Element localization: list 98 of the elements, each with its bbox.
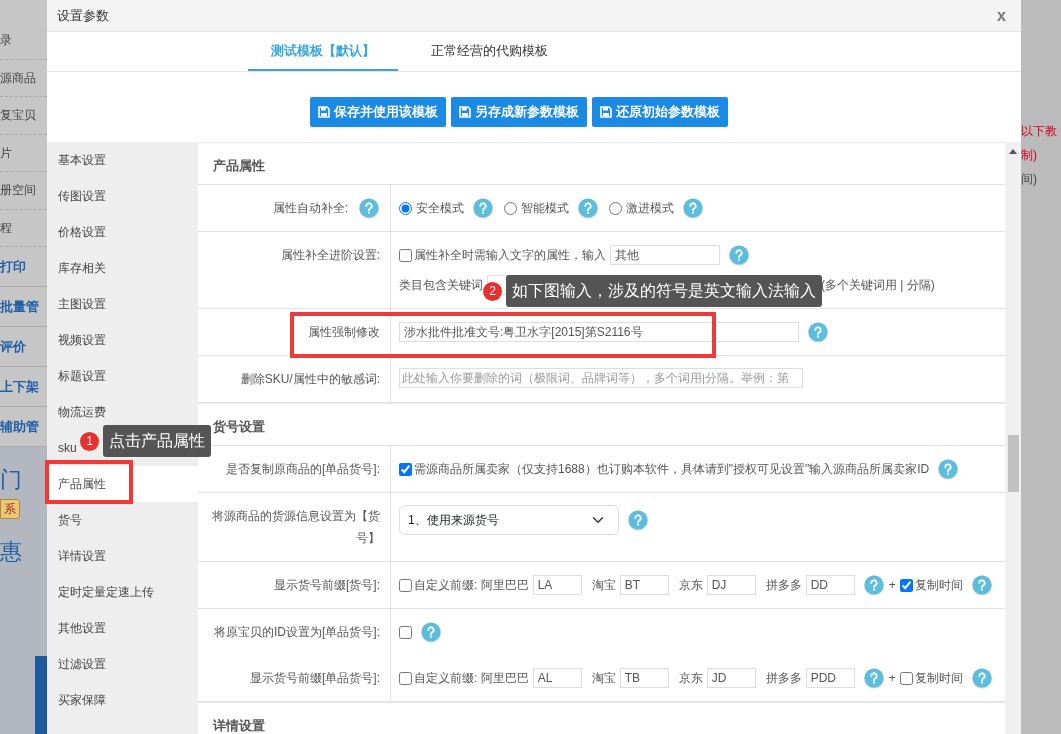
- radio-button[interactable]: [504, 201, 517, 215]
- help-icon[interactable]: [862, 667, 885, 689]
- tooltip: 如下图输入，涉及的符号是英文输入法输入: [506, 275, 822, 307]
- help-icon[interactable]: [577, 197, 599, 219]
- save-icon: [600, 106, 612, 118]
- field-label: 删除SKU/属性中的敏感词:: [240, 371, 380, 388]
- page-text: 制): [1021, 147, 1038, 164]
- section-heading: 详情设置: [198, 702, 1005, 734]
- menu-item[interactable]: 产品属性: [47, 466, 198, 502]
- checkbox-label: 属性补全时需输入文字的属性，输入: [414, 247, 606, 264]
- heading-text: 门: [0, 466, 23, 494]
- close-button[interactable]: x: [992, 7, 1011, 24]
- field-label: 属性自动补全:: [272, 200, 348, 217]
- field-text: +: [888, 670, 896, 687]
- option-label: 激进模式: [626, 200, 674, 217]
- input-field[interactable]: BT: [619, 575, 669, 595]
- field-text: (多个关键词用 | 分隔): [821, 277, 935, 294]
- checkbox[interactable]: [399, 625, 412, 639]
- help-icon[interactable]: [970, 667, 993, 689]
- checkbox-label: 复制时间: [914, 577, 963, 594]
- tab[interactable]: 正常经营的代购模板: [398, 32, 580, 71]
- input-field[interactable]: JD: [706, 668, 756, 688]
- page-text: 以下教: [1021, 123, 1058, 140]
- checkbox[interactable]: [899, 578, 913, 592]
- field-text: +: [888, 577, 896, 594]
- dialog-title: 设置参数: [57, 6, 109, 25]
- menu-item[interactable]: 货号: [47, 502, 198, 538]
- help-icon[interactable]: [807, 321, 829, 343]
- field-label: 将源商品的货源信息设置为【货号】: [211, 508, 380, 547]
- select-field[interactable]: 1、使用来源货号: [399, 505, 619, 535]
- input-field[interactable]: 其他: [610, 245, 720, 265]
- menu-item[interactable]: 买家保障: [47, 682, 198, 718]
- checkbox[interactable]: [399, 671, 412, 685]
- help-icon[interactable]: [358, 197, 380, 219]
- checkbox-label: 复制时间: [914, 670, 963, 687]
- menu-item[interactable]: 定时定量定速上传: [47, 574, 198, 610]
- scroll-up-icon[interactable]: [1009, 149, 1017, 154]
- checkbox-label: 自定义前缀: 阿里巴巴: [414, 670, 529, 687]
- menu-item[interactable]: 过滤设置: [47, 646, 198, 682]
- menu-item[interactable]: 基本设置: [47, 142, 198, 178]
- save-icon: [459, 106, 471, 118]
- menu-item[interactable]: 其他设置: [47, 610, 198, 646]
- field-text: 淘宝: [591, 670, 616, 687]
- field-label: 显示货号前缀[单品货号]:: [250, 670, 380, 687]
- input-field[interactable]: DJ: [706, 575, 756, 595]
- heading-text: 惠: [0, 538, 23, 566]
- template-button[interactable]: 另存成新参数模板: [451, 97, 587, 127]
- scroll-thumb[interactable]: [1008, 435, 1019, 492]
- option-label: 智能模式: [521, 200, 569, 217]
- field-text: 类目包含关键词: [399, 277, 483, 294]
- field-text: 京东: [678, 670, 703, 687]
- field-text: 拼多多: [765, 670, 802, 687]
- tag: 系: [0, 499, 20, 519]
- option-label: 安全模式: [416, 200, 464, 217]
- menu-item[interactable]: 主图设置: [47, 286, 198, 322]
- field-label: 将原宝贝的ID设置为[单品货号]:: [214, 624, 380, 641]
- field-label: 属性补全进阶设置:: [280, 247, 380, 264]
- save-icon: [318, 106, 330, 118]
- input-field[interactable]: LA: [532, 575, 582, 595]
- help-icon[interactable]: [472, 197, 494, 219]
- field-label: 是否复制原商品的[单品货号]:: [226, 461, 380, 478]
- template-button[interactable]: 保存并使用该模板: [310, 97, 446, 127]
- checkbox-label: 自定义前缀: 阿里巴巴: [414, 577, 529, 594]
- input-field[interactable]: 涉水批件批准文号:粤卫水字[2015]第S2116号: [399, 322, 799, 342]
- help-icon[interactable]: [970, 574, 993, 596]
- field-text: 淘宝: [591, 577, 616, 594]
- radio-button[interactable]: [609, 201, 622, 215]
- help-icon[interactable]: [728, 244, 750, 266]
- menu-item[interactable]: 库存相关: [47, 250, 198, 286]
- menu-item[interactable]: 价格设置: [47, 214, 198, 250]
- field-label: 显示货号前缀[货号]:: [274, 577, 380, 594]
- radio-button[interactable]: [399, 201, 412, 215]
- checkbox[interactable]: [899, 671, 913, 685]
- input-field[interactable]: PDD: [805, 668, 855, 688]
- help-icon[interactable]: [937, 458, 960, 480]
- menu-item[interactable]: 详情设置: [47, 538, 198, 574]
- section-heading: 产品属性: [198, 142, 1005, 185]
- input-field[interactable]: 此处输入你要删除的词（极限词、品牌词等），多个词用|分隔。举例：第: [399, 368, 803, 388]
- menu-item[interactable]: 标题设置: [47, 358, 198, 394]
- checkbox[interactable]: [399, 248, 412, 262]
- input-field[interactable]: DD: [805, 575, 855, 595]
- template-button[interactable]: 还原初始参数模板: [592, 97, 728, 127]
- input-field[interactable]: AL: [532, 668, 582, 688]
- field-label: 属性强制修改: [308, 324, 380, 341]
- help-icon[interactable]: [627, 509, 649, 531]
- input-field[interactable]: TB: [619, 668, 669, 688]
- checkbox-label: 需源商品所属卖家（仅支持1688）也订购本软件，具体请到"授权可见设置"输入源商品所属卖家ID: [414, 461, 930, 478]
- checkbox[interactable]: [399, 578, 412, 592]
- scrollbar[interactable]: [1005, 142, 1021, 734]
- help-icon[interactable]: [682, 197, 704, 219]
- field-text: 京东: [678, 577, 703, 594]
- checkbox[interactable]: [399, 462, 412, 476]
- menu-item[interactable]: 传图设置: [47, 178, 198, 214]
- help-icon[interactable]: [420, 621, 442, 643]
- page-text: 间): [1021, 171, 1038, 188]
- field-text: 拼多多: [765, 577, 802, 594]
- menu-item[interactable]: 视频设置: [47, 322, 198, 358]
- help-icon[interactable]: [862, 574, 885, 596]
